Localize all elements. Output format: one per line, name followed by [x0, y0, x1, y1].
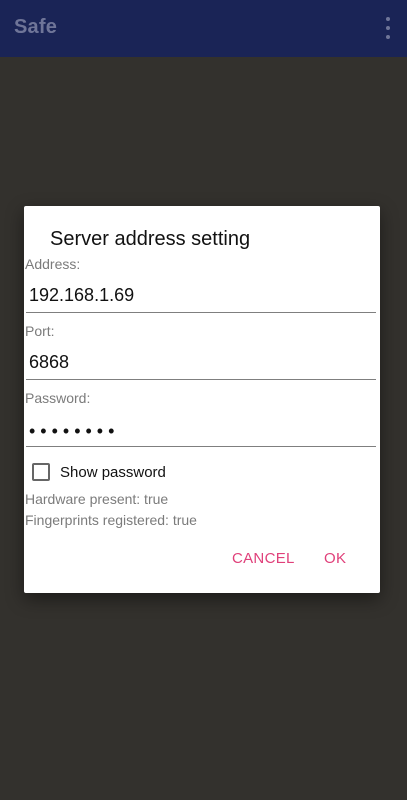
port-input[interactable] — [26, 346, 376, 380]
ok-button[interactable]: OK — [324, 550, 346, 567]
cancel-button[interactable]: CANCEL — [232, 550, 295, 567]
dialog-title: Server address setting — [50, 228, 251, 250]
address-input[interactable] — [26, 279, 376, 313]
password-label: Password: — [25, 390, 91, 406]
show-password-checkbox[interactable] — [32, 463, 50, 481]
server-address-dialog: Server address setting Address: Port: Pa… — [24, 206, 380, 593]
overflow-dot — [386, 17, 390, 21]
overflow-dot — [386, 35, 390, 39]
address-label: Address: — [25, 256, 81, 272]
more-vert-icon[interactable] — [381, 17, 395, 39]
show-password-row[interactable]: Show password — [32, 461, 166, 483]
port-label: Port: — [25, 323, 55, 339]
fingerprints-status: Fingerprints registered: true — [25, 512, 197, 528]
password-masked-text: •••••••• — [29, 421, 120, 441]
overflow-dot — [386, 26, 390, 30]
show-password-label: Show password — [60, 463, 166, 481]
hardware-status: Hardware present: true — [25, 491, 169, 507]
app-title: Safe — [14, 16, 58, 38]
app-bar: Safe — [0, 0, 407, 57]
